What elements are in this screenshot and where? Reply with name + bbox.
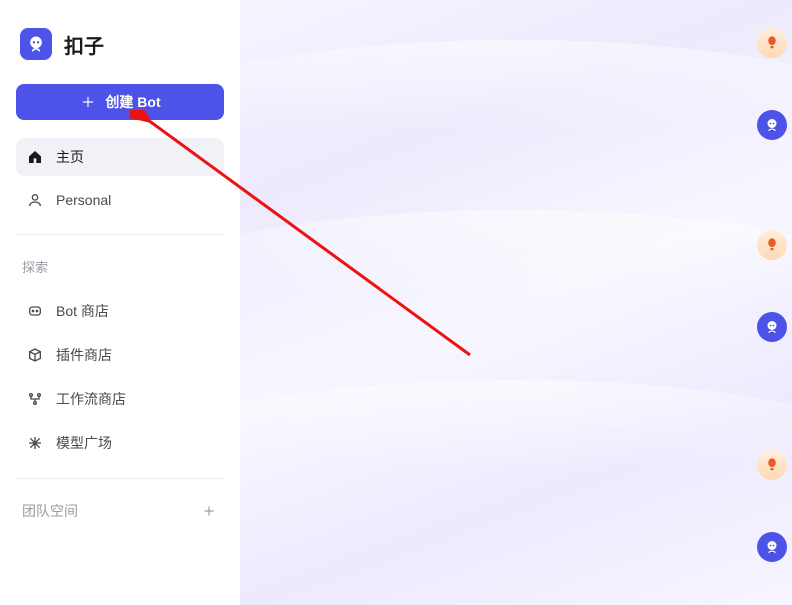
nav-plugin-store[interactable]: 插件商店 — [16, 336, 224, 374]
create-bot-button[interactable]: 创建 Bot — [16, 84, 224, 120]
nav-bot-store-label: Bot 商店 — [56, 301, 109, 321]
team-space-label: 团队空间 — [22, 501, 78, 521]
main-canvas — [240, 0, 792, 605]
home-icon — [26, 148, 44, 166]
nav-home-label: 主页 — [56, 147, 84, 167]
bot-store-icon — [26, 302, 44, 320]
workflow-store-icon — [26, 390, 44, 408]
dock-avatar-bot[interactable] — [757, 110, 787, 140]
divider — [16, 478, 224, 479]
dock-avatar-balloon[interactable] — [757, 28, 787, 58]
explore-section-label: 探索 — [16, 251, 224, 286]
plugin-store-icon — [26, 346, 44, 364]
nav-workflow-store[interactable]: 工作流商店 — [16, 380, 224, 418]
plus-icon — [79, 93, 97, 111]
nav-plugin-store-label: 插件商店 — [56, 345, 112, 365]
user-icon — [26, 191, 44, 209]
nav-home[interactable]: 主页 — [16, 138, 224, 176]
model-square-icon — [26, 434, 44, 452]
right-dock — [752, 446, 792, 605]
nav-personal[interactable]: Personal — [16, 182, 224, 218]
nav-model-square-label: 模型广场 — [56, 433, 112, 453]
coze-logo-icon — [20, 28, 52, 60]
sidebar: 扣子 创建 Bot 主页 Personal 探索 Bot 商店 插件商店 — [0, 0, 240, 605]
brand-name: 扣子 — [64, 30, 104, 59]
nav-model-square[interactable]: 模型广场 — [16, 424, 224, 462]
team-space-section: 团队空间 — [16, 495, 224, 527]
nav-bot-store[interactable]: Bot 商店 — [16, 292, 224, 330]
nav-personal-label: Personal — [56, 192, 111, 208]
brand: 扣子 — [16, 16, 224, 78]
create-bot-label: 创建 Bot — [105, 92, 160, 112]
dock-avatar-balloon[interactable] — [757, 450, 787, 480]
divider — [16, 234, 224, 235]
dock-avatar-balloon[interactable] — [757, 230, 787, 260]
dock-avatar-bot[interactable] — [757, 312, 787, 342]
nav-workflow-store-label: 工作流商店 — [56, 389, 126, 409]
add-team-space-button[interactable] — [200, 502, 218, 520]
dock-avatar-bot[interactable] — [757, 532, 787, 562]
